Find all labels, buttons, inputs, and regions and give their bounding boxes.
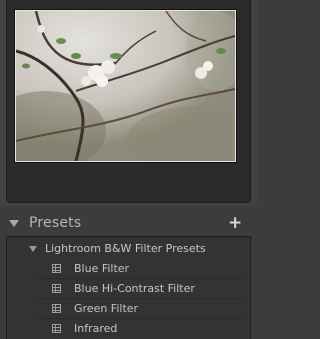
folder-triangle-down-icon[interactable] [29, 246, 37, 252]
preset-item-label: Blue Filter [74, 262, 130, 275]
plus-icon[interactable]: + [228, 214, 242, 232]
develop-left-panel: Presets + Lightroom B&W Filter Presets B… [0, 0, 257, 339]
triangle-down-icon[interactable] [9, 220, 19, 227]
preset-icon [52, 304, 61, 313]
preset-icon [52, 284, 61, 293]
preset-item-infrared[interactable]: Infrared [7, 319, 250, 339]
navigator-panel [0, 0, 257, 206]
preset-item-blue-hi-contrast-filter[interactable]: Blue Hi-Contrast Filter [7, 279, 250, 299]
preset-item-green-filter[interactable]: Green Filter [7, 299, 250, 319]
navigator-preview[interactable] [15, 10, 236, 162]
presets-list: Lightroom B&W Filter Presets Blue Filter… [6, 236, 251, 339]
preset-icon [52, 324, 61, 333]
preset-item-label: Green Filter [74, 302, 139, 315]
preset-icon [52, 264, 61, 273]
preset-folder-label: Lightroom B&W Filter Presets [45, 242, 206, 255]
presets-title: Presets [29, 215, 82, 231]
preset-folder[interactable]: Lightroom B&W Filter Presets [7, 240, 250, 258]
preset-item-label: Infrared [74, 322, 118, 335]
presets-panel-header[interactable]: Presets + [0, 214, 257, 234]
preview-photo [16, 11, 235, 161]
preset-item-label: Blue Hi-Contrast Filter [74, 282, 195, 295]
preset-item-blue-filter[interactable]: Blue Filter [7, 259, 250, 279]
